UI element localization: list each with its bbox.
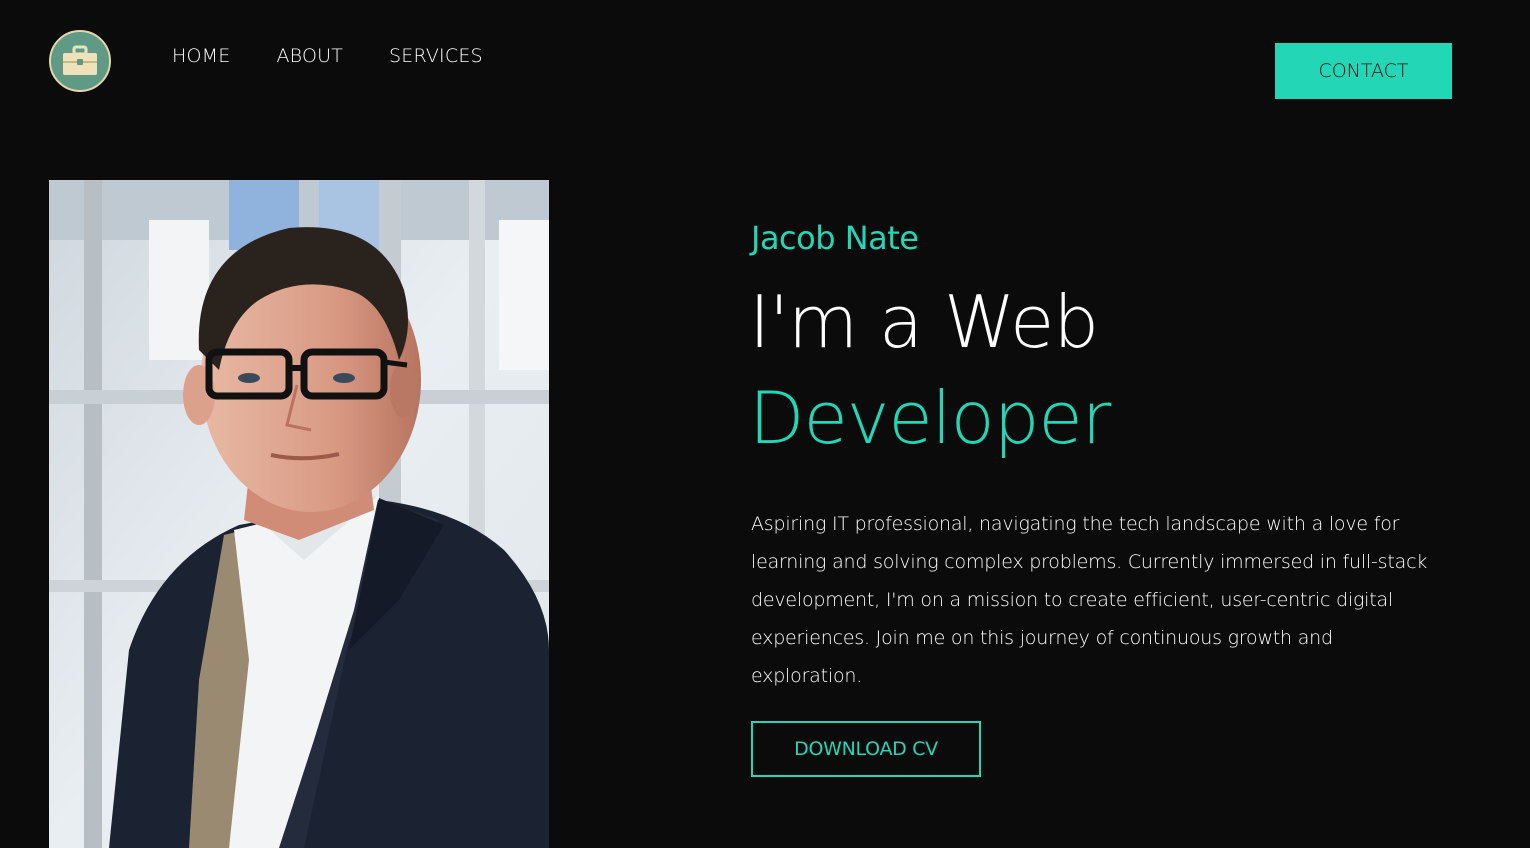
- logo[interactable]: [49, 30, 111, 92]
- hero-headline-line2: Developer: [749, 376, 1111, 460]
- briefcase-icon: [63, 45, 97, 75]
- hero-name: Jacob Nate: [751, 219, 919, 257]
- hero-headline-line1: I'm a Web: [749, 280, 1099, 364]
- page: HOME ABOUT SERVICES CONTACT Jacob Nate I…: [0, 0, 1530, 848]
- portrait-illustration: [49, 180, 549, 848]
- nav-services-link[interactable]: SERVICES: [389, 44, 483, 68]
- portrait-photo: [49, 180, 549, 848]
- main-nav: HOME ABOUT SERVICES: [172, 44, 483, 68]
- download-cv-button[interactable]: DOWNLOAD CV: [751, 721, 981, 777]
- contact-button[interactable]: CONTACT: [1275, 43, 1452, 99]
- nav-about-link[interactable]: ABOUT: [276, 44, 343, 68]
- hero-description: Aspiring IT professional, navigating the…: [751, 513, 1428, 687]
- nav-home-link[interactable]: HOME: [172, 44, 230, 68]
